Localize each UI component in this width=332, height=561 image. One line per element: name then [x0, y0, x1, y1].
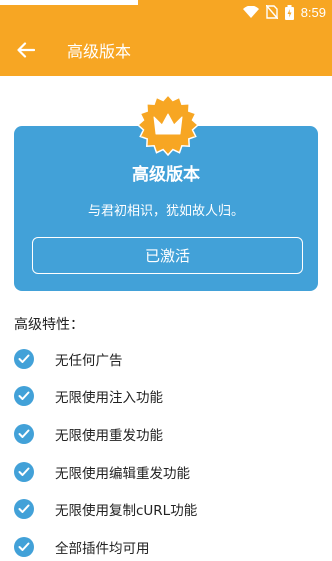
check-icon [14, 423, 34, 444]
crown-badge-icon [137, 94, 199, 156]
status-time: 8:59 [300, 4, 326, 20]
feature-label: 无限使用复制cURL功能 [55, 503, 198, 520]
back-button[interactable] [0, 24, 52, 76]
card-title: 高级版本 [132, 165, 200, 185]
list-item: 无限使用重发功能 [14, 415, 197, 453]
arrow-left-icon [17, 42, 35, 58]
check-icon [14, 461, 34, 482]
check-icon [14, 499, 34, 520]
feature-list: 无任何广告 无限使用注入功能 无限使用重发功能 无限使用编辑重发功能 无限使用复… [14, 340, 197, 561]
feature-label: 无限使用编辑重发功能 [55, 465, 190, 482]
check-icon [14, 386, 34, 407]
check-icon [14, 348, 34, 369]
no-sim-icon [265, 5, 278, 19]
card-subtitle: 与君初相识，犹如故人归。 [87, 204, 244, 219]
feature-label: 无任何广告 [55, 352, 123, 369]
list-item: 无限使用复制cURL功能 [14, 490, 197, 528]
check-icon [14, 536, 34, 557]
list-item: 全部插件均可用 [14, 528, 197, 561]
status-bar: 8:59 [0, 0, 332, 24]
toolbar: 高级版本 [0, 24, 332, 76]
status-bar-cutout [0, 0, 138, 5]
feature-label: 全部插件均可用 [55, 540, 150, 557]
wifi-icon [242, 5, 259, 18]
list-item: 无任何广告 [14, 340, 197, 378]
list-item: 无限使用注入功能 [14, 378, 197, 416]
features-heading: 高级特性： [14, 317, 84, 333]
feature-label: 无限使用注入功能 [55, 390, 163, 407]
activated-button[interactable]: 已激活 [32, 237, 303, 274]
feature-label: 无限使用重发功能 [55, 427, 163, 444]
page-title: 高级版本 [67, 42, 132, 61]
list-item: 无限使用编辑重发功能 [14, 453, 197, 491]
battery-icon [284, 4, 294, 20]
